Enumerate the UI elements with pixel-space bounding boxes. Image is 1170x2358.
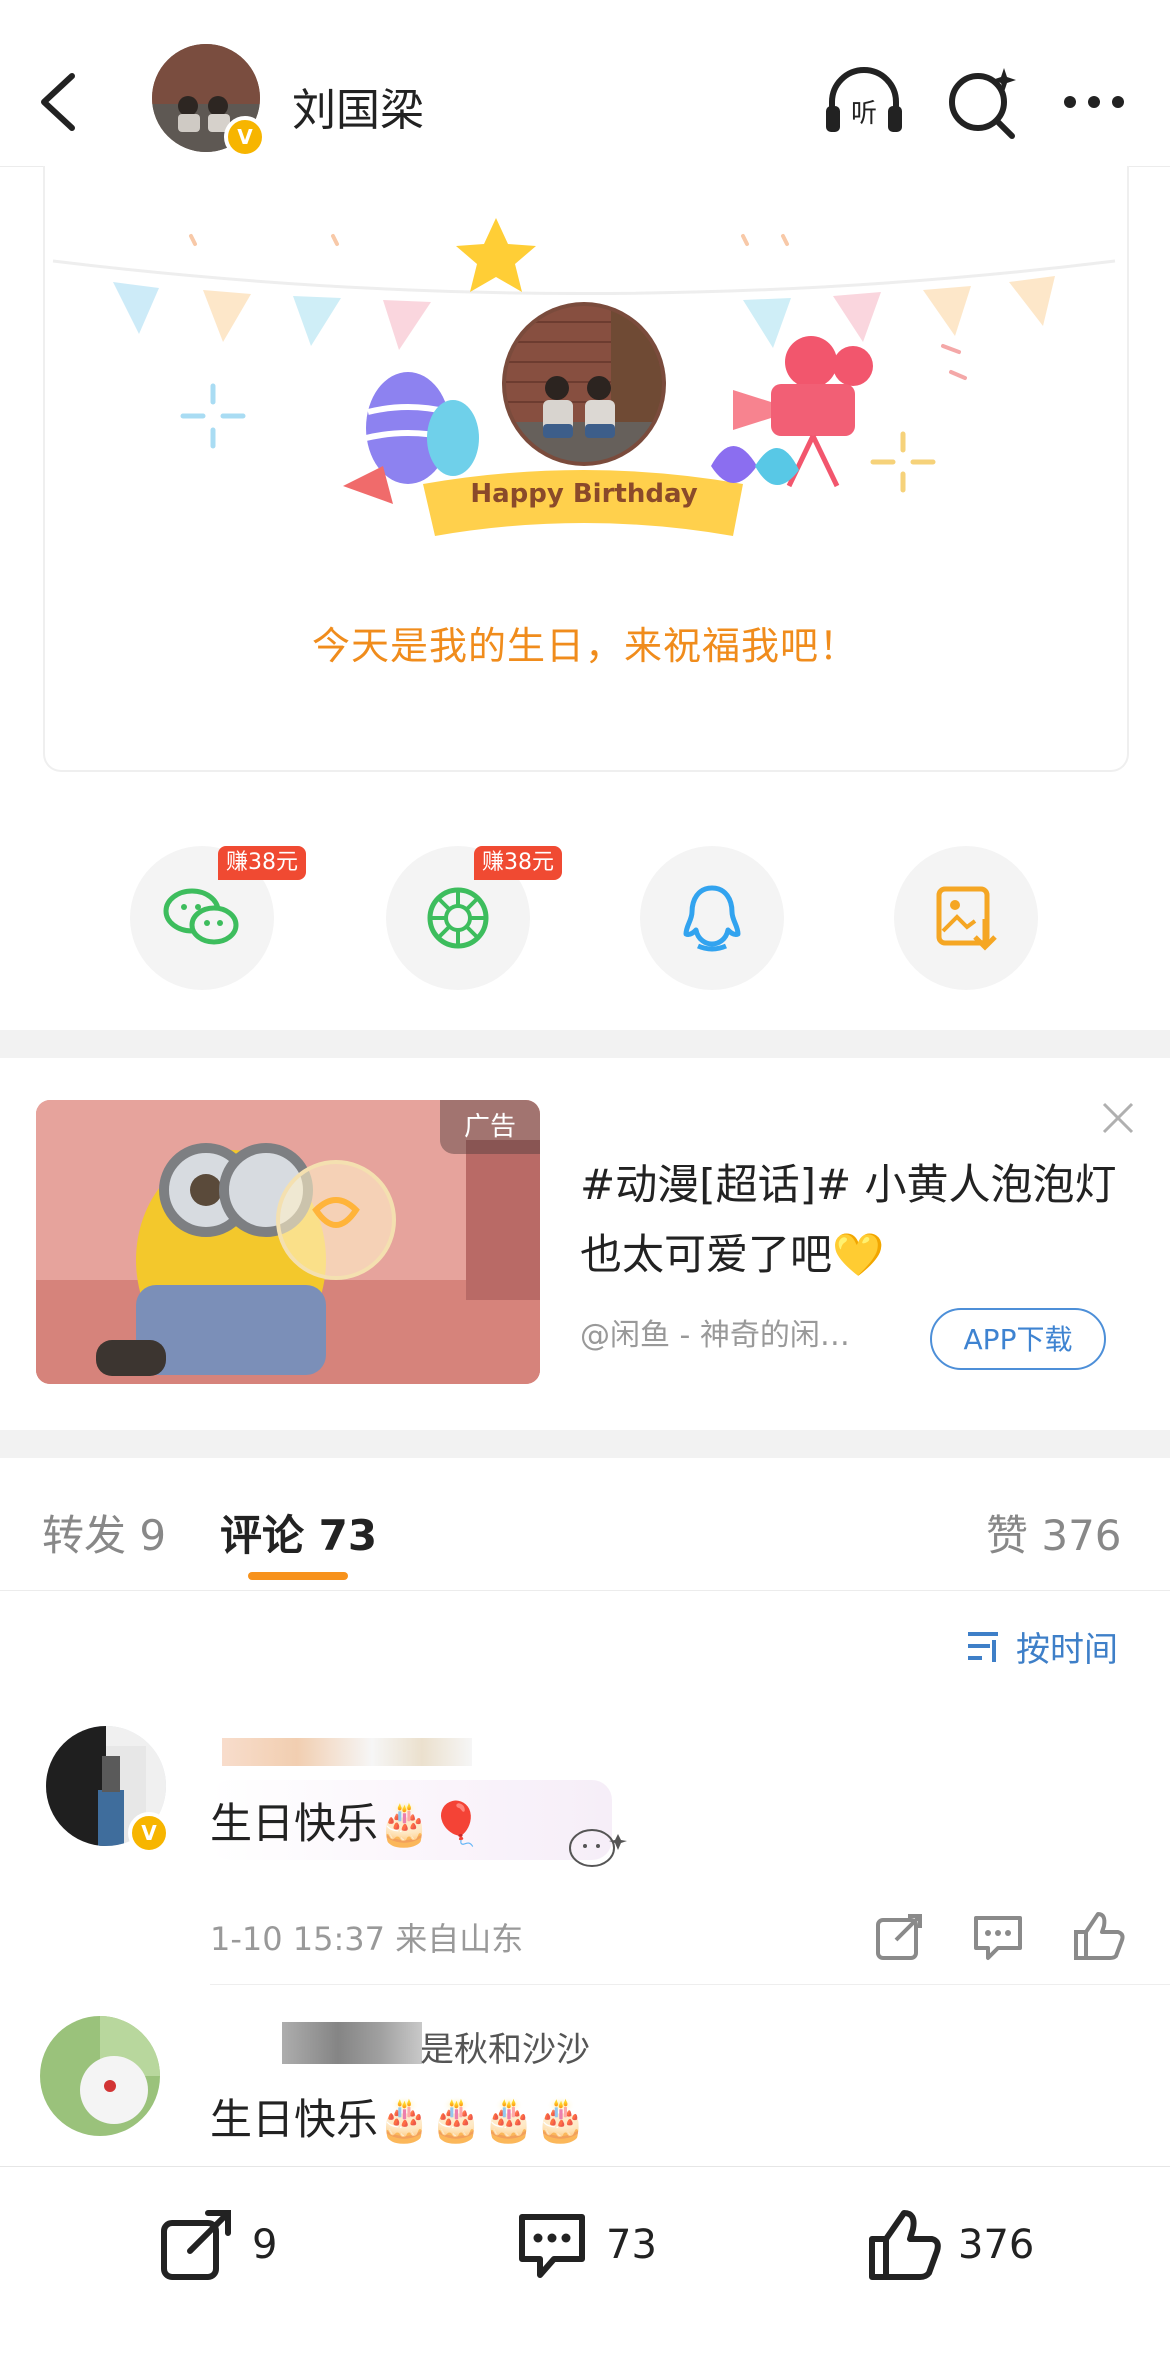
section-divider bbox=[0, 1430, 1170, 1458]
comment-text: 生日快乐🎂🎈 bbox=[210, 1799, 483, 1848]
repost-button[interactable]: 9 bbox=[158, 2205, 277, 2285]
like-thumb-icon bbox=[869, 2210, 941, 2280]
earn-badge: 赚38元 bbox=[474, 846, 562, 880]
repost-comment-icon[interactable] bbox=[870, 1906, 930, 1966]
comment-count: 73 bbox=[606, 2222, 657, 2268]
comment-button[interactable]: 73 bbox=[512, 2205, 657, 2285]
save-image-icon bbox=[936, 886, 997, 951]
birthday-illustration: Happy Birthday bbox=[52, 218, 1116, 536]
back-arrow-icon[interactable] bbox=[28, 62, 88, 142]
active-tab-indicator bbox=[248, 1572, 348, 1580]
tab-repost[interactable]: 转发 9 bbox=[42, 1502, 166, 1563]
qq-icon bbox=[683, 885, 741, 952]
close-ad-icon[interactable] bbox=[1098, 1098, 1138, 1138]
like-count: 376 bbox=[958, 2222, 1035, 2268]
bubble-sticker-icon bbox=[569, 1829, 627, 1867]
top-nav-bar: V 刘国梁 听 bbox=[0, 0, 1170, 167]
commenter-name[interactable]: 是秋和沙沙 bbox=[420, 2022, 590, 2071]
sort-icon[interactable] bbox=[964, 1626, 1004, 1666]
comment-text: 生日快乐🎂🎂🎂🎂 bbox=[210, 2095, 588, 2144]
share-qq-button[interactable] bbox=[640, 846, 784, 990]
birthday-message[interactable]: 今天是我的生日，来祝福我吧！ bbox=[0, 615, 1170, 670]
ad-title[interactable]: #动漫[超话]# 小黄人泡泡灯也太可爱了吧💛 bbox=[580, 1150, 1120, 1290]
repost-count: 9 bbox=[252, 2222, 278, 2268]
app-download-button[interactable]: APP下载 bbox=[930, 1308, 1106, 1370]
verified-badge-icon: V bbox=[224, 116, 266, 158]
commenter-name-blurred[interactable] bbox=[282, 2022, 422, 2064]
happy-birthday-banner: Happy Birthday bbox=[470, 479, 697, 509]
tab-comments[interactable]: 评论 73 bbox=[220, 1502, 377, 1563]
commenter-name-blurred[interactable] bbox=[222, 1738, 472, 1766]
section-divider bbox=[0, 1030, 1170, 1058]
like-button[interactable]: 376 bbox=[864, 2205, 1034, 2285]
search-sparkle-icon[interactable] bbox=[940, 60, 1024, 144]
wechat-icon bbox=[163, 888, 239, 945]
commenter-photo bbox=[40, 2016, 160, 2136]
tab-likes[interactable]: 赞 376 bbox=[986, 1502, 1122, 1563]
tabs-divider bbox=[0, 1590, 1170, 1591]
sort-by-time-button[interactable]: 按时间 bbox=[1016, 1622, 1118, 1671]
author-name[interactable]: 刘国梁 bbox=[292, 74, 424, 138]
save-image-button[interactable] bbox=[894, 846, 1038, 990]
comment-meta: 1-10 15:37 来自山东 bbox=[210, 1920, 524, 1958]
verified-badge-icon: V bbox=[128, 1812, 170, 1854]
listen-headphone-icon[interactable]: 听 bbox=[822, 60, 906, 144]
ad-image[interactable]: 广告 bbox=[36, 1100, 540, 1384]
reply-comment-icon[interactable] bbox=[968, 1906, 1028, 1966]
earn-badge: 赚38元 bbox=[218, 846, 306, 880]
ad-tag-label: 广告 bbox=[440, 1100, 540, 1154]
repost-icon bbox=[161, 2210, 231, 2280]
listen-label: 听 bbox=[851, 99, 877, 129]
comment-divider bbox=[210, 1984, 1170, 1985]
more-options-icon[interactable] bbox=[1052, 60, 1136, 144]
ad-source[interactable]: @闲鱼 - 神奇的闲… bbox=[580, 1310, 920, 1354]
moments-icon bbox=[427, 887, 489, 949]
like-comment-icon[interactable] bbox=[1068, 1906, 1128, 1966]
commenter-avatar[interactable] bbox=[40, 2016, 160, 2136]
comment-icon bbox=[519, 2214, 585, 2278]
